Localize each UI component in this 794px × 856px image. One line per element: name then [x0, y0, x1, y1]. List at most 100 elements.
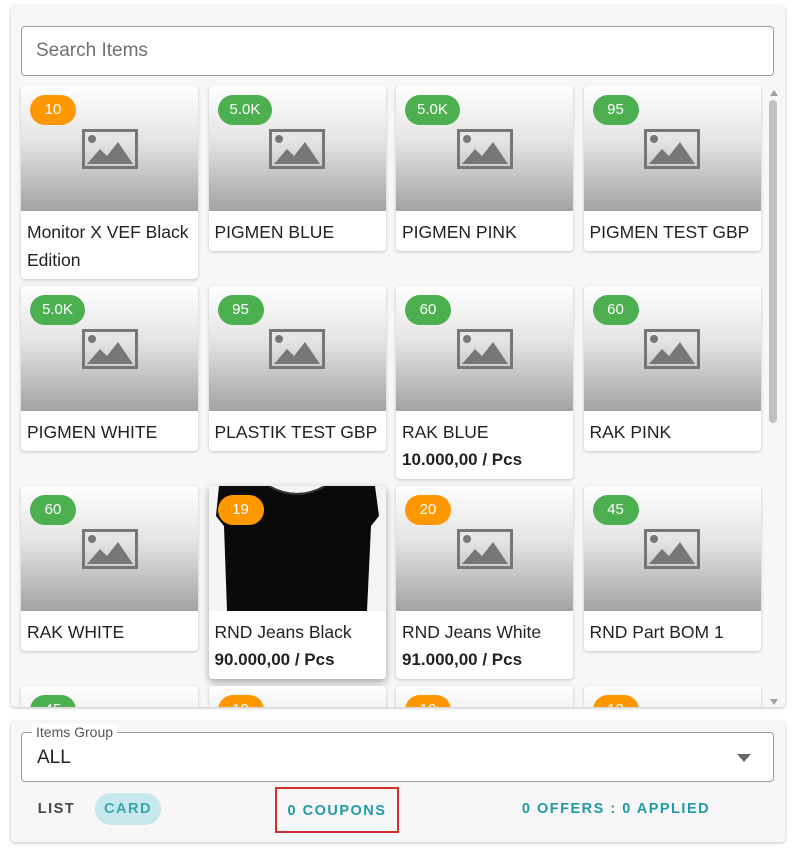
- item-thumbnail: 60: [583, 286, 761, 411]
- item-card[interactable]: 19: [208, 686, 386, 707]
- stock-badge: 5.0K: [30, 295, 85, 325]
- item-name: RND Jeans Black: [214, 622, 352, 642]
- image-placeholder-icon: [456, 128, 513, 169]
- item-price: 90.000,00 / Pcs: [214, 650, 335, 669]
- items-grid: 10 Monitor X VEF Black Edition 5.0K PIGMEN …: [21, 86, 761, 707]
- item-thumbnail: 10: [396, 686, 573, 707]
- chevron-down-icon: [737, 754, 751, 762]
- item-card[interactable]: 45: [21, 686, 198, 707]
- item-card-body: PIGMEN PINK: [396, 211, 573, 251]
- item-price: 10.000,00 / Pcs: [402, 450, 523, 469]
- stock-badge: 20: [405, 495, 451, 525]
- scroll-up-arrow-icon[interactable]: [770, 90, 778, 96]
- item-thumbnail: 45: [583, 486, 761, 611]
- item-name: RAK PINK: [589, 422, 672, 442]
- item-card-body: PIGMEN BLUE: [209, 211, 386, 251]
- item-card-body: PLASTIK TEST GBP: [209, 411, 386, 451]
- stock-badge: 45: [30, 695, 76, 707]
- item-card-body: RND Part BOM 1: [584, 611, 761, 651]
- item-card[interactable]: 20 RND Jeans White 91.000,00 / Pcs: [396, 486, 573, 679]
- item-card-body: PIGMEN WHITE: [21, 411, 198, 451]
- card-view-button[interactable]: CARD: [95, 793, 161, 825]
- item-card-body: Monitor X VEF Black Edition: [21, 211, 198, 279]
- stock-badge: 13: [592, 695, 639, 707]
- item-card-body: RND Jeans White 91.000,00 / Pcs: [396, 611, 573, 679]
- image-placeholder-icon: [644, 328, 700, 369]
- item-card[interactable]: 13: [583, 686, 761, 707]
- stock-badge: 95: [592, 95, 639, 125]
- item-card[interactable]: 5.0K PIGMEN BLUE: [208, 86, 386, 251]
- item-name: PIGMEN TEST GBP: [589, 222, 750, 242]
- item-card[interactable]: 60 RAK WHITE: [21, 486, 198, 651]
- coupons-button[interactable]: 0 COUPONS: [275, 787, 399, 833]
- list-view-button[interactable]: LIST: [29, 793, 84, 825]
- scroll-down-arrow-icon[interactable]: [770, 699, 778, 705]
- item-card[interactable]: 95 PLASTIK TEST GBP: [208, 286, 386, 451]
- item-name: PLASTIK TEST GBP: [214, 422, 378, 442]
- stock-badge: 19: [217, 495, 264, 525]
- item-name: RAK BLUE: [402, 422, 489, 442]
- item-thumbnail: 20: [396, 486, 573, 611]
- filter-panel: Items Group ALL LIST CARD 0 COUPONS 0 OF…: [11, 721, 785, 842]
- stock-badge: 5.0K: [217, 95, 273, 125]
- image-placeholder-icon: [81, 528, 138, 569]
- item-card-body: RND Jeans Black 90.000,00 / Pcs: [209, 611, 386, 679]
- image-placeholder-icon: [269, 328, 325, 369]
- image-placeholder-icon: [81, 128, 138, 169]
- item-thumbnail: 10: [21, 86, 198, 211]
- item-thumbnail: 95: [208, 286, 386, 411]
- items-group-select[interactable]: Items Group ALL: [21, 724, 774, 782]
- stock-badge: 45: [592, 495, 639, 525]
- items-panel: 10 Monitor X VEF Black Edition 5.0K PIGMEN …: [11, 6, 785, 707]
- item-card[interactable]: 60 RAK BLUE 10.000,00 / Pcs: [396, 286, 573, 479]
- item-name: RND Part BOM 1: [589, 622, 724, 642]
- stock-badge: 5.0K: [405, 95, 460, 125]
- item-name: PIGMEN PINK: [402, 222, 517, 242]
- item-card[interactable]: 95 PIGMEN TEST GBP: [583, 86, 761, 251]
- item-card-body: RAK PINK: [584, 411, 761, 451]
- item-name: RAK WHITE: [27, 622, 125, 642]
- item-price: 91.000,00 / Pcs: [402, 650, 523, 669]
- item-thumbnail: 5.0K: [21, 286, 198, 411]
- image-placeholder-icon: [644, 528, 700, 569]
- item-card[interactable]: 19 RND Jeans Black 90.000,00 / Pcs: [208, 486, 386, 679]
- item-name: Monitor X VEF Black Edition: [27, 222, 189, 270]
- item-thumbnail: 60: [21, 486, 198, 611]
- item-thumbnail: 19: [208, 686, 386, 707]
- items-grid-viewport: 10 Monitor X VEF Black Edition 5.0K PIGMEN …: [11, 86, 767, 707]
- item-card-body: RAK WHITE: [21, 611, 198, 651]
- item-thumbnail: 5.0K: [396, 86, 573, 211]
- image-placeholder-icon: [644, 128, 700, 169]
- item-card[interactable]: 10: [396, 686, 573, 707]
- image-placeholder-icon: [269, 128, 325, 169]
- offers-button[interactable]: 0 OFFERS : 0 APPLIED: [511, 793, 721, 825]
- item-thumbnail: 45: [21, 686, 198, 707]
- item-name: RND Jeans White: [402, 622, 542, 642]
- item-card-body: RAK BLUE 10.000,00 / Pcs: [396, 411, 573, 479]
- stock-badge: 10: [405, 695, 451, 707]
- image-placeholder-icon: [81, 328, 138, 369]
- item-thumbnail: 95: [583, 86, 761, 211]
- item-thumbnail: 19: [208, 486, 386, 611]
- stock-badge: 60: [592, 295, 639, 325]
- items-group-label: Items Group: [32, 724, 118, 740]
- stock-badge: 10: [30, 95, 76, 125]
- item-thumbnail: 60: [396, 286, 573, 411]
- item-card[interactable]: 5.0K PIGMEN PINK: [396, 86, 573, 251]
- item-card[interactable]: 45 RND Part BOM 1: [583, 486, 761, 651]
- stock-badge: 60: [405, 295, 451, 325]
- item-card[interactable]: 60 RAK PINK: [583, 286, 761, 451]
- stock-badge: 60: [30, 495, 76, 525]
- image-placeholder-icon: [456, 528, 513, 569]
- items-group-value: ALL: [37, 747, 71, 768]
- search-input[interactable]: [21, 26, 774, 76]
- stock-badge: 19: [217, 695, 264, 707]
- item-thumbnail: 13: [583, 686, 761, 707]
- item-thumbnail: 5.0K: [208, 86, 386, 211]
- scroll-thumb[interactable]: [769, 100, 777, 423]
- item-card-body: PIGMEN TEST GBP: [584, 211, 761, 251]
- stock-badge: 95: [217, 295, 264, 325]
- item-card[interactable]: 5.0K PIGMEN WHITE: [21, 286, 198, 451]
- item-card[interactable]: 10 Monitor X VEF Black Edition: [21, 86, 198, 279]
- items-scrollbar[interactable]: [767, 86, 781, 707]
